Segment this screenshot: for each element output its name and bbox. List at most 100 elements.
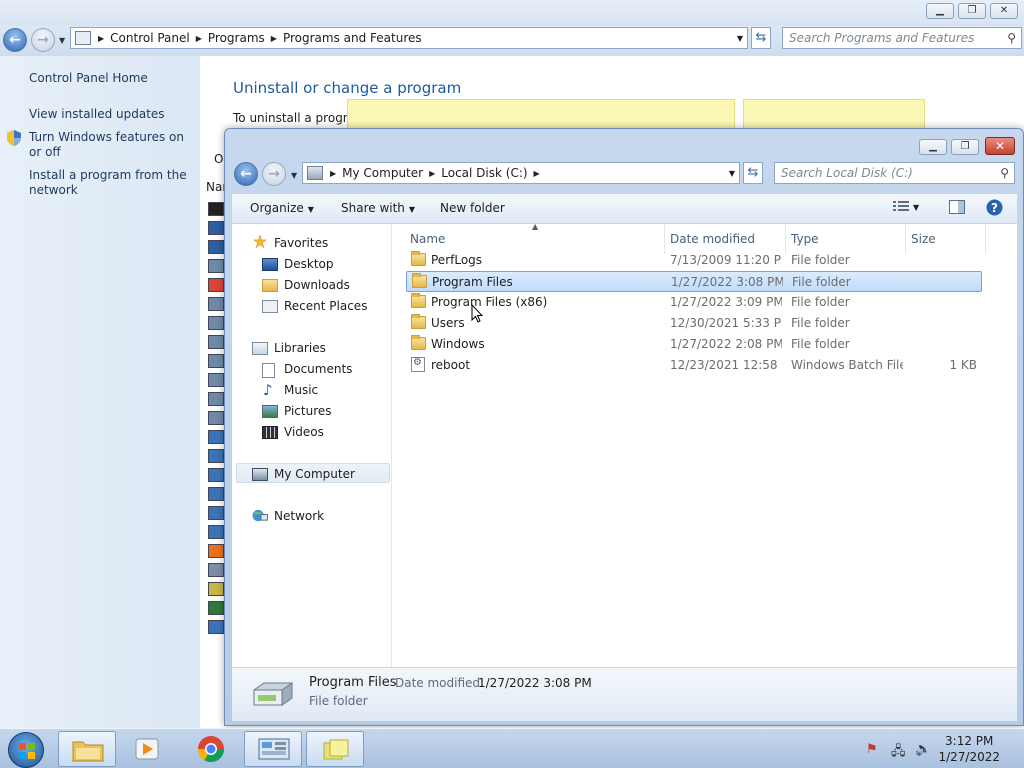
column-header-size[interactable]: Size bbox=[911, 232, 936, 246]
breadcrumb-my-computer[interactable]: My Computer bbox=[339, 166, 426, 180]
share-with-label: Share with bbox=[341, 201, 405, 215]
breadcrumb-control-panel[interactable]: Control Panel bbox=[107, 31, 193, 45]
windows-features-link[interactable]: Turn Windows features on or off bbox=[29, 130, 194, 160]
file-type: File folder bbox=[791, 253, 850, 267]
view-installed-updates-link[interactable]: View installed updates bbox=[29, 107, 194, 122]
taskbar-sticky-notes-button[interactable] bbox=[306, 731, 364, 767]
organize-button[interactable]: Organize ▼ bbox=[250, 201, 314, 215]
change-view-button[interactable]: ▼ bbox=[893, 200, 919, 216]
program-icon[interactable] bbox=[208, 392, 224, 406]
preview-pane-button[interactable] bbox=[949, 200, 965, 217]
install-from-network-link[interactable]: Install a program from the network bbox=[29, 168, 194, 198]
cp-back-button[interactable]: ← bbox=[3, 28, 27, 52]
program-icon[interactable] bbox=[208, 202, 224, 216]
share-with-button[interactable]: Share with ▼ bbox=[341, 201, 415, 215]
nav-documents[interactable]: Documents bbox=[284, 362, 352, 376]
file-row[interactable]: PerfLogs 7/13/2009 11:20 PM File folder bbox=[406, 250, 982, 271]
organize-button-partial[interactable]: O bbox=[214, 152, 223, 166]
minimize-button[interactable]: ▁ bbox=[919, 139, 947, 155]
cp-search-input[interactable]: Search Programs and Features ⚲ bbox=[782, 27, 1022, 49]
nav-network[interactable]: Network bbox=[274, 509, 324, 523]
cp-address-row: ← → ▼ ▶ Control Panel ▶ Programs ▶ Progr… bbox=[0, 26, 1024, 56]
file-row[interactable]: Users 12/30/2021 5:33 PM File folder bbox=[406, 313, 982, 334]
refresh-button[interactable]: ⇆ bbox=[743, 162, 763, 184]
breadcrumb-programs-and-features[interactable]: Programs and Features bbox=[280, 31, 425, 45]
program-icon[interactable] bbox=[208, 601, 224, 615]
program-icon[interactable] bbox=[208, 563, 224, 577]
clock[interactable]: 3:12 PM 1/27/2022 bbox=[938, 733, 1000, 765]
start-button[interactable] bbox=[8, 732, 44, 768]
cp-titlebar: ▁ ❐ ✕ bbox=[0, 0, 1024, 26]
address-bar[interactable]: ▶ My Computer ▶ Local Disk (C:) ▶ ▼ bbox=[302, 162, 740, 184]
program-icon[interactable] bbox=[208, 582, 224, 596]
network-tray-icon[interactable]: 🖧 bbox=[891, 742, 906, 764]
program-icon[interactable] bbox=[208, 221, 224, 235]
column-divider[interactable] bbox=[985, 224, 986, 254]
column-header-name[interactable]: Name bbox=[410, 232, 445, 246]
program-icon[interactable] bbox=[208, 335, 224, 349]
program-icon[interactable] bbox=[208, 544, 224, 558]
program-icon[interactable] bbox=[208, 449, 224, 463]
nav-videos[interactable]: Videos bbox=[284, 425, 324, 439]
program-icon[interactable] bbox=[208, 316, 224, 330]
program-icon[interactable] bbox=[208, 430, 224, 444]
help-button[interactable]: ? bbox=[986, 199, 1003, 219]
cp-forward-button[interactable]: → bbox=[31, 28, 55, 52]
program-icon[interactable] bbox=[208, 487, 224, 501]
program-icon[interactable] bbox=[208, 468, 224, 482]
nav-libraries[interactable]: Libraries bbox=[274, 341, 326, 355]
cp-history-dropdown-icon[interactable]: ▼ bbox=[59, 36, 65, 45]
program-icon[interactable] bbox=[208, 525, 224, 539]
program-icon[interactable] bbox=[208, 297, 224, 311]
program-icon[interactable] bbox=[208, 354, 224, 368]
cp-address-bar[interactable]: ▶ Control Panel ▶ Programs ▶ Programs an… bbox=[70, 27, 748, 49]
taskbar-media-player-button[interactable] bbox=[118, 731, 176, 767]
breadcrumb-local-disk[interactable]: Local Disk (C:) bbox=[438, 166, 530, 180]
chevron-down-icon[interactable]: ▼ bbox=[729, 169, 735, 178]
history-dropdown-icon[interactable]: ▼ bbox=[291, 171, 297, 180]
taskbar-explorer-button[interactable] bbox=[58, 731, 116, 767]
program-icon[interactable] bbox=[208, 506, 224, 520]
maximize-button[interactable]: ❐ bbox=[951, 139, 979, 155]
nav-recent-places[interactable]: Recent Places bbox=[284, 299, 367, 313]
taskbar-control-panel-button[interactable] bbox=[244, 731, 302, 767]
new-folder-button[interactable]: New folder bbox=[440, 201, 505, 215]
clock-date: 1/27/2022 bbox=[938, 750, 1000, 764]
program-icon[interactable] bbox=[208, 240, 224, 254]
search-input[interactable]: Search Local Disk (C:) ⚲ bbox=[774, 162, 1015, 184]
chevron-down-icon[interactable]: ▼ bbox=[737, 34, 743, 43]
control-panel-home-link[interactable]: Control Panel Home bbox=[29, 71, 194, 86]
program-icon[interactable] bbox=[208, 278, 224, 292]
program-icon[interactable] bbox=[208, 620, 224, 634]
file-row[interactable]: reboot 12/23/2021 12:58 ... Windows Batch … bbox=[406, 355, 982, 376]
nav-downloads[interactable]: Downloads bbox=[284, 278, 350, 292]
volume-icon[interactable]: 🔈 bbox=[915, 742, 931, 757]
taskbar-chrome-button[interactable] bbox=[182, 731, 240, 767]
cp-close-button[interactable]: ✕ bbox=[990, 3, 1018, 19]
forward-button[interactable]: → bbox=[262, 162, 286, 186]
file-row[interactable]: Program Files (x86) 1/27/2022 3:09 PM File… bbox=[406, 292, 982, 313]
sort-up-icon: ▲ bbox=[532, 222, 539, 231]
action-center-flag-icon[interactable]: ⚑ bbox=[866, 742, 878, 757]
back-button[interactable]: ← bbox=[234, 162, 258, 186]
nav-pictures[interactable]: Pictures bbox=[284, 404, 332, 418]
column-header-date-modified[interactable]: Date modified bbox=[670, 232, 755, 246]
nav-favorites[interactable]: Favorites bbox=[274, 236, 328, 250]
cp-refresh-button[interactable]: ⇆ bbox=[751, 27, 771, 49]
nav-my-computer[interactable]: My Computer bbox=[274, 467, 355, 481]
explorer-content: Organize ▼ Share with ▼ New folder ▼ ? Fav… bbox=[232, 194, 1017, 721]
control-panel-icon bbox=[75, 31, 91, 45]
program-icon[interactable] bbox=[208, 411, 224, 425]
cp-minimize-button[interactable]: ▁ bbox=[926, 3, 954, 19]
nav-desktop[interactable]: Desktop bbox=[284, 257, 334, 271]
file-date-modified: 1/27/2022 3:09 PM bbox=[670, 295, 782, 309]
column-header-type[interactable]: Type bbox=[791, 232, 819, 246]
cp-maximize-button[interactable]: ❐ bbox=[958, 3, 986, 19]
program-icon[interactable] bbox=[208, 259, 224, 273]
breadcrumb-programs[interactable]: Programs bbox=[205, 31, 268, 45]
close-button[interactable]: ✕ bbox=[985, 137, 1015, 155]
file-row[interactable]: Program Files 1/27/2022 3:08 PM File folde… bbox=[406, 271, 982, 292]
program-icon[interactable] bbox=[208, 373, 224, 387]
nav-music[interactable]: Music bbox=[284, 383, 318, 397]
file-row[interactable]: Windows 1/27/2022 2:08 PM File folder bbox=[406, 334, 982, 355]
